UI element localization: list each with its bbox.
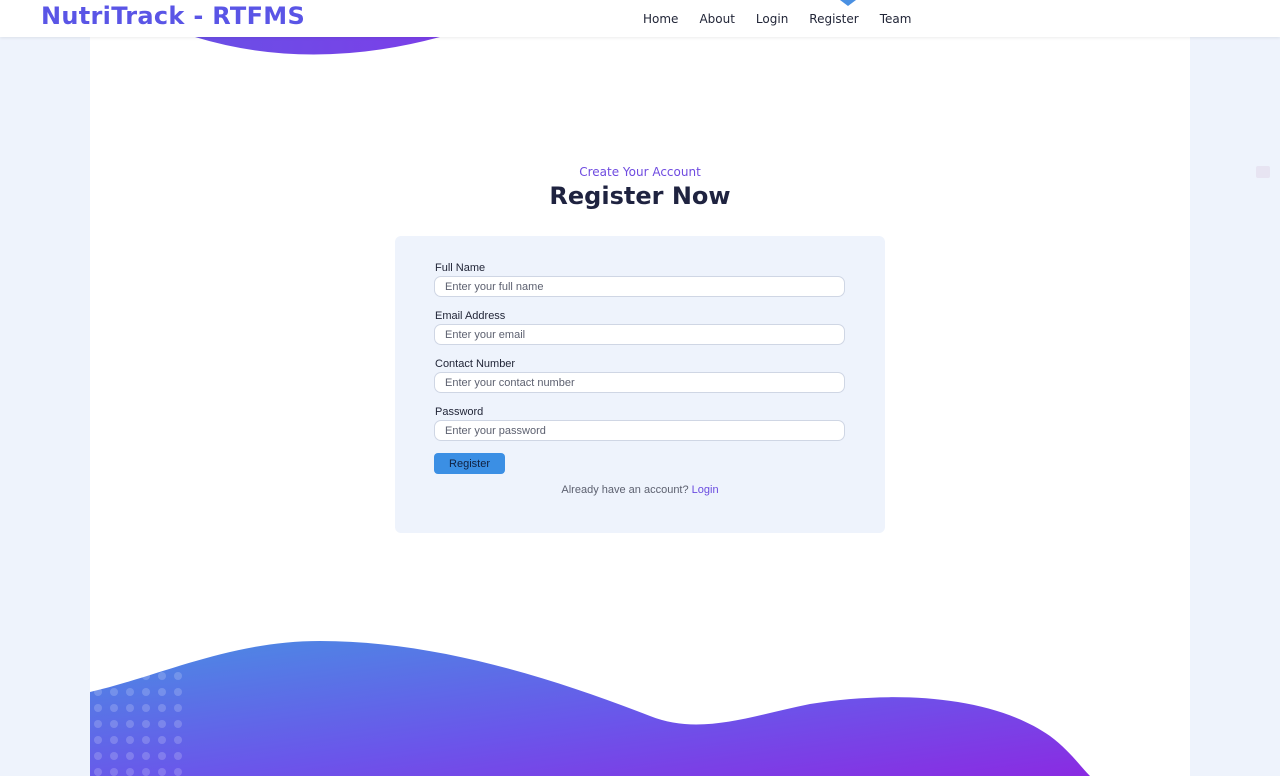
navbar: NutriTrack - RTFMS Home About Login Regi… (0, 0, 1280, 37)
page-subtitle: Create Your Account (579, 165, 701, 179)
main-content: Create Your Account Register Now Full Na… (90, 37, 1190, 776)
full-name-input[interactable] (434, 276, 845, 297)
brand-logo[interactable]: NutriTrack - RTFMS (41, 2, 305, 30)
page-title: Register Now (549, 182, 731, 210)
password-label: Password (435, 406, 484, 418)
login-prompt: Already have an account? Login (395, 484, 885, 496)
login-prompt-text: Already have an account? (561, 484, 689, 496)
contact-number-label: Contact Number (435, 358, 516, 370)
nav-link-team[interactable]: Team (880, 12, 912, 26)
email-input[interactable] (434, 324, 845, 345)
active-nav-indicator (840, 0, 856, 6)
full-name-label: Full Name (435, 262, 486, 274)
nav-link-login[interactable]: Login (756, 12, 788, 26)
nav-links: Home About Login Register Team (643, 12, 911, 26)
contact-number-input[interactable] (434, 372, 845, 393)
password-input[interactable] (434, 420, 845, 441)
register-button[interactable]: Register (434, 453, 505, 474)
login-link[interactable]: Login (692, 484, 719, 496)
decorative-waves (90, 641, 1090, 776)
nav-link-register[interactable]: Register (809, 12, 858, 26)
decorative-top-blob (195, 37, 440, 55)
email-label: Email Address (435, 310, 506, 322)
nav-link-home[interactable]: Home (643, 12, 678, 26)
register-form: Full Name Email Address Contact Number P… (395, 236, 885, 533)
mail-icon[interactable] (1256, 166, 1270, 178)
nav-link-about[interactable]: About (699, 12, 734, 26)
